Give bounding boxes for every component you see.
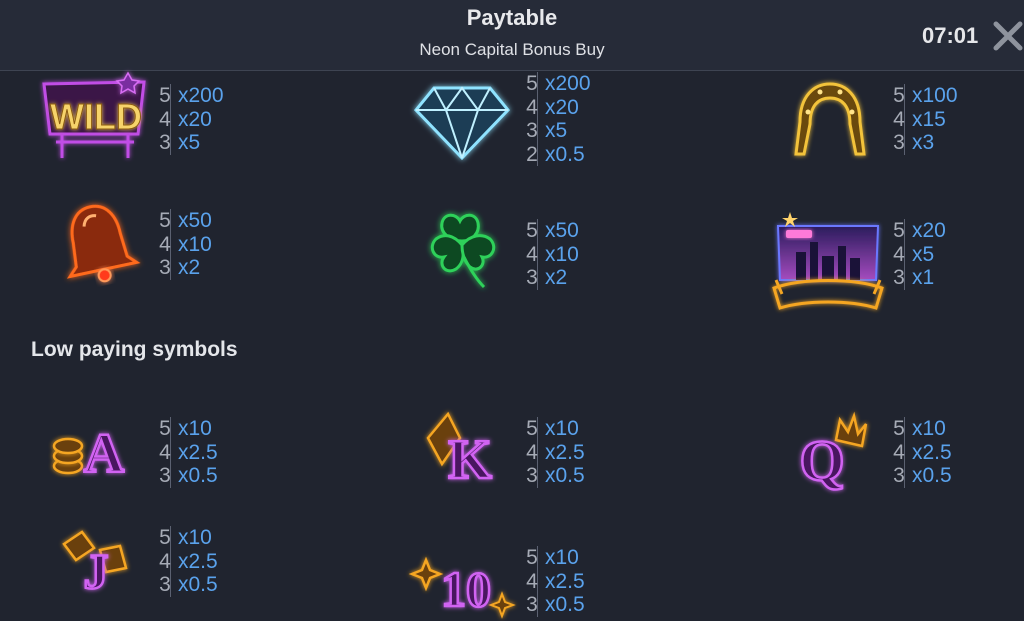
payout-row: 3 x1 (893, 266, 935, 289)
payout-row: 3 x0.5 (159, 464, 218, 487)
horseshoe-icon (790, 78, 870, 162)
ace-payouts: 5 x10 4 x2.5 3 x0.5 (159, 417, 218, 488)
ten-label: 10 (441, 561, 491, 617)
clock: 07:01 (922, 23, 979, 48)
game-name: Neon Capital Bonus Buy (419, 40, 605, 59)
queen-letter: Q (799, 428, 844, 493)
payout-row: 4 x2.5 (159, 549, 218, 573)
city-payouts: 5 x20 4 x5 3 x1 (893, 219, 946, 290)
payout-row: 4 x2.5 (526, 440, 585, 464)
payout-row: 5 x200 (159, 84, 224, 107)
payout-row: 4 x2.5 (893, 440, 952, 464)
payout-row: 5 x10 (526, 417, 579, 440)
jack-letter: J (84, 543, 109, 599)
jack-card-icon: J (60, 526, 134, 600)
queen-payouts: 5 x10 4 x2.5 3 x0.5 (893, 417, 952, 488)
payout-row: 5 x10 (159, 417, 212, 440)
ten-card-icon: 10 (408, 546, 516, 619)
clover-payouts: 5 x50 4 x10 3 x2 (526, 219, 579, 290)
payout-row: 3 x2 (526, 266, 568, 289)
bell-icon (58, 200, 141, 286)
jack-payouts: 5 x10 4 x2.5 3 x0.5 (159, 526, 218, 597)
close-button[interactable] (990, 18, 1024, 54)
payout-row: 3 x2 (159, 256, 201, 279)
payout-row: 3 x0.5 (159, 573, 218, 596)
payout-row: 4 x10 (526, 242, 579, 266)
wild-payouts: 5 x200 4 x20 3 x5 (159, 84, 224, 155)
city-skyline-icon (772, 208, 884, 314)
payout-row: 2 x0.5 (526, 142, 585, 166)
horseshoe-payouts: 5 x100 4 x15 3 x3 (893, 84, 958, 155)
payout-row: 5 x50 (526, 219, 579, 242)
close-icon (993, 21, 1023, 51)
payout-row: 5 x200 (526, 72, 591, 95)
paytable-header: Paytable Neon Capital Bonus Buy 07:01 (0, 0, 1024, 71)
clover-icon (424, 205, 500, 291)
ace-letter: A (84, 423, 125, 485)
ace-card-icon: A (52, 414, 138, 486)
king-letter: K (448, 429, 492, 491)
payout-row: 3 x0.5 (893, 464, 952, 487)
ten-payouts: 5 x10 4 x2.5 3 x0.5 (526, 546, 585, 617)
bell-payouts: 5 x50 4 x10 3 x2 (159, 209, 212, 280)
payout-row: 4 x2.5 (526, 569, 585, 593)
low-paying-heading: Low paying symbols (31, 338, 238, 361)
queen-card-icon: Q (786, 410, 868, 494)
payout-row: 3 x0.5 (526, 593, 585, 616)
payout-row: 4 x2.5 (159, 440, 218, 464)
payout-row: 3 x0.5 (526, 464, 585, 487)
page-title: Paytable (466, 5, 558, 30)
payout-row: 5 x50 (159, 209, 212, 232)
diamond-payouts: 5 x200 4 x20 3 x5 2 x0.5 (526, 72, 591, 166)
payout-row: 5 x10 (159, 526, 212, 549)
payout-row: 3 x5 (159, 131, 201, 154)
wild-symbol-icon: WILD (40, 71, 152, 164)
king-payouts: 5 x10 4 x2.5 3 x0.5 (526, 417, 585, 488)
payout-row: 4 x20 (526, 95, 579, 119)
diamond-icon (412, 82, 512, 162)
payout-row: 3 x5 (526, 119, 568, 142)
payout-row: 5 x10 (893, 417, 946, 440)
king-card-icon: K (420, 408, 504, 492)
payout-row: 4 x10 (159, 232, 212, 256)
payout-row: 3 x3 (893, 131, 935, 154)
payout-row: 5 x20 (893, 219, 946, 242)
payout-row: 4 x5 (893, 242, 935, 266)
wild-label: WILD (50, 96, 142, 137)
payout-row: 4 x15 (893, 107, 946, 131)
payout-row: 5 x100 (893, 84, 958, 107)
payout-row: 5 x10 (526, 546, 579, 569)
payout-row: 4 x20 (159, 107, 212, 131)
